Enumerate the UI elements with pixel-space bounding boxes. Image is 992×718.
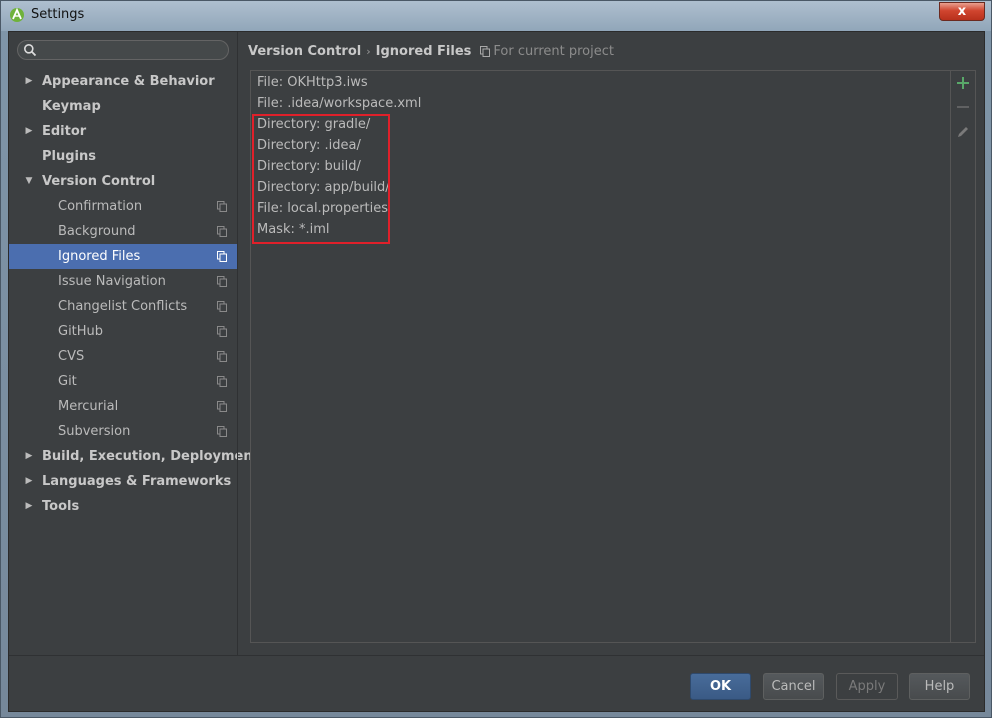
cancel-button[interactable]: Cancel	[763, 673, 824, 700]
sidebar-item-label: Languages & Frameworks	[42, 474, 232, 489]
list-item[interactable]: File: local.properties	[257, 198, 421, 219]
project-scope-icon	[217, 226, 227, 237]
project-scope-icon	[217, 351, 227, 362]
sidebar-item-label: Plugins	[42, 149, 96, 164]
collapsed-arrow-icon[interactable]: ▶	[23, 69, 35, 94]
project-scope-icon	[217, 326, 227, 337]
remove-icon[interactable]	[955, 99, 971, 115]
search-icon	[24, 44, 37, 57]
collapsed-arrow-icon[interactable]: ▶	[23, 494, 35, 519]
sidebar-item-label: Subversion	[58, 424, 131, 439]
sidebar-item-label: Appearance & Behavior	[42, 74, 215, 89]
project-scope-icon	[217, 426, 227, 437]
sidebar-item-label: Changelist Conflicts	[58, 299, 188, 314]
list-item[interactable]: Directory: .idea/	[257, 135, 421, 156]
sidebar-item-issue-navigation[interactable]: Issue Navigation	[9, 269, 237, 294]
window-title: Settings	[31, 7, 85, 22]
sidebar-item-keymap[interactable]: Keymap	[9, 94, 237, 119]
list-item[interactable]: Mask: *.iml	[257, 219, 421, 240]
project-scope-icon	[217, 251, 227, 262]
list-item[interactable]: Directory: app/build/	[257, 177, 421, 198]
sidebar-item-background[interactable]: Background	[9, 219, 237, 244]
sidebar-item-appearance-behavior[interactable]: ▶ Appearance & Behavior	[9, 69, 237, 94]
settings-sidebar: ▶ Appearance & Behavior Keymap ▶ Editor Plugi…	[9, 32, 259, 655]
breadcrumb-parent: Version Control	[248, 44, 362, 59]
collapsed-arrow-icon[interactable]: ▶	[23, 469, 35, 494]
sidebar-item-label: Issue Navigation	[58, 274, 166, 289]
ignored-files-panel: File: OKHttp3.iws File: .idea/workspace.x…	[250, 70, 976, 643]
collapsed-arrow-icon[interactable]: ▶	[23, 119, 35, 144]
sidebar-item-editor[interactable]: ▶ Editor	[9, 119, 237, 144]
list-item[interactable]: Directory: build/	[257, 156, 421, 177]
help-button[interactable]: Help	[909, 673, 970, 700]
settings-dialog: ▶ Appearance & Behavior Keymap ▶ Editor Plugi…	[8, 31, 985, 712]
ok-button[interactable]: OK	[690, 673, 751, 700]
sidebar-item-label: Ignored Files	[58, 249, 141, 264]
sidebar-item-mercurial[interactable]: Mercurial	[9, 394, 237, 419]
settings-window: Settings x ▶ Appearance & Behavior Keymap ▶…	[0, 0, 992, 718]
android-studio-icon	[10, 7, 24, 22]
sidebar-item-label: Version Control	[42, 174, 156, 189]
project-scope-icon	[217, 276, 227, 287]
project-scope-icon	[217, 401, 227, 412]
sidebar-item-subversion[interactable]: Subversion	[9, 419, 237, 444]
sidebar-item-build-execution-deployment[interactable]: ▶ Build, Execution, Deployment	[9, 444, 259, 469]
bottom-separator	[9, 655, 984, 656]
sidebar-item-label: Mercurial	[58, 399, 119, 414]
sidebar-item-label: Git	[58, 374, 77, 389]
apply-button[interactable]: Apply	[836, 673, 898, 700]
sidebar-item-label: Background	[58, 224, 136, 239]
sidebar-item-languages-frameworks[interactable]: ▶ Languages & Frameworks	[9, 469, 237, 494]
collapsed-arrow-icon[interactable]: ▶	[23, 444, 35, 469]
list-item[interactable]: File: .idea/workspace.xml	[257, 93, 421, 114]
sidebar-item-changelist-conflicts[interactable]: Changelist Conflicts	[9, 294, 237, 319]
project-scope-icon	[217, 201, 227, 212]
sidebar-item-git[interactable]: Git	[9, 369, 237, 394]
search-input[interactable]	[42, 42, 226, 60]
sidebar-item-label: Confirmation	[58, 199, 143, 214]
sidebar-item-label: GitHub	[58, 324, 104, 339]
list-toolbar	[950, 71, 975, 642]
sidebar-item-label: Keymap	[42, 99, 101, 114]
settings-tree: ▶ Appearance & Behavior Keymap ▶ Editor Plugi…	[9, 69, 259, 519]
list-item[interactable]: Directory: gradle/	[257, 114, 421, 135]
title-bar[interactable]: Settings x	[1, 1, 991, 31]
sidebar-splitter[interactable]	[237, 32, 238, 655]
expanded-arrow-icon[interactable]: ▼	[23, 169, 35, 194]
project-scope-icon	[217, 376, 227, 387]
sidebar-item-label: Editor	[42, 124, 87, 139]
add-icon[interactable]	[955, 75, 971, 91]
sidebar-item-version-control[interactable]: ▼ Version Control	[9, 169, 237, 194]
breadcrumb-current: Ignored Files	[375, 44, 472, 59]
sidebar-item-label: CVS	[58, 349, 85, 364]
sidebar-item-cvs[interactable]: CVS	[9, 344, 237, 369]
edit-icon[interactable]	[955, 124, 971, 140]
close-button[interactable]: x	[939, 2, 985, 21]
sidebar-item-tools[interactable]: ▶ Tools	[9, 494, 237, 519]
sidebar-item-confirmation[interactable]: Confirmation	[9, 194, 237, 219]
ignored-files-list[interactable]: File: OKHttp3.iws File: .idea/workspace.x…	[251, 71, 950, 642]
project-scope-icon	[217, 301, 227, 312]
sidebar-item-plugins[interactable]: Plugins	[9, 144, 237, 169]
sidebar-item-github[interactable]: GitHub	[9, 319, 237, 344]
breadcrumb-separator: ›	[366, 45, 371, 58]
breadcrumb: Version Control › Ignored Files For curren…	[248, 42, 614, 62]
list-item[interactable]: File: OKHttp3.iws	[257, 72, 421, 93]
project-scope-icon	[480, 46, 491, 57]
sidebar-item-label: Build, Execution, Deployment	[42, 449, 259, 464]
sidebar-item-label: Tools	[42, 499, 80, 514]
sidebar-item-ignored-files[interactable]: Ignored Files	[9, 244, 237, 269]
search-box[interactable]	[17, 40, 229, 60]
breadcrumb-scope: For current project	[493, 44, 614, 59]
ignored-files-items: File: OKHttp3.iws File: .idea/workspace.x…	[257, 72, 421, 240]
